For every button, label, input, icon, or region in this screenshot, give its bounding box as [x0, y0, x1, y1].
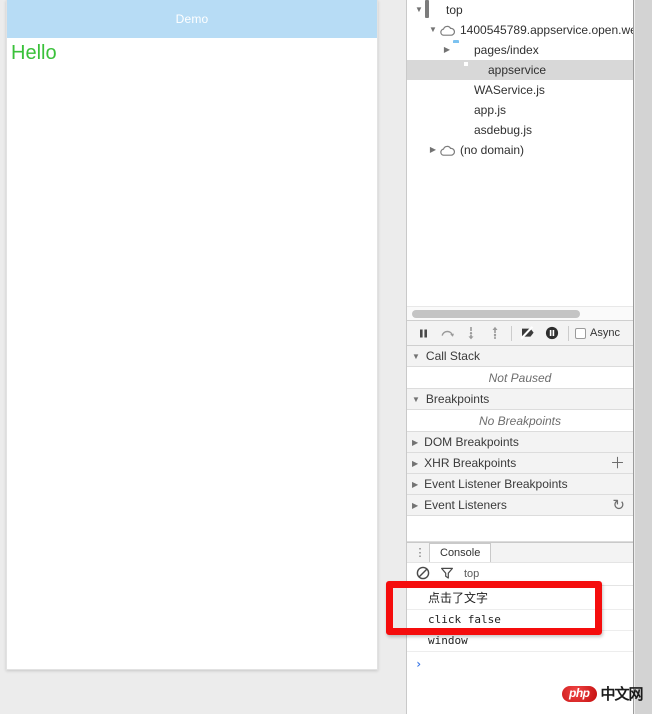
filter-icon[interactable]: [440, 566, 454, 583]
document-js-icon: [450, 122, 469, 138]
demo-page-title: Demo: [175, 12, 209, 26]
debugger-sidebar-sections: ▼ Call Stack Not Paused ▼ Breakpoints No Brea…: [407, 346, 633, 516]
chevron-right-icon[interactable]: ▶: [412, 480, 418, 489]
section-header-call-stack[interactable]: ▼ Call Stack: [407, 346, 633, 367]
tree-row[interactable]: app.js: [407, 100, 633, 120]
tab-console[interactable]: Console: [429, 543, 492, 562]
watermark-text: 中文网: [600, 685, 644, 703]
chevron-down-icon[interactable]: ▼: [412, 352, 420, 361]
section-empty-message: Not Paused: [407, 367, 633, 389]
deactivate-breakpoints-button[interactable]: [516, 322, 540, 344]
section-title: DOM Breakpoints: [424, 435, 519, 449]
demo-hello-text[interactable]: Hello: [11, 40, 57, 66]
toolbar-separator-2: [568, 325, 569, 341]
chevron-right-icon[interactable]: ▶: [412, 501, 418, 510]
step-out-button[interactable]: [483, 322, 507, 344]
clear-console-icon[interactable]: [416, 566, 430, 583]
screenshot-root: Demo Hello ▼ top ▼ 1400545789.appservice.op…: [0, 0, 652, 714]
chevron-right-icon[interactable]: ▶: [412, 459, 418, 468]
console-message-list: 点击了文字 click false window: [407, 586, 633, 652]
async-checkbox[interactable]: Async: [575, 327, 620, 339]
document-js-icon: [450, 82, 469, 98]
tree-row-label: 1400545789.appservice.open.we: [460, 23, 633, 37]
scrollbar-thumb[interactable]: [412, 310, 581, 318]
watermark: php 中文网: [562, 685, 644, 703]
section-header-event-listeners[interactable]: ▶ Event Listeners ↻: [407, 495, 633, 516]
document-gray-icon: [464, 62, 483, 78]
chevron-down-icon[interactable]: ▼: [412, 395, 420, 404]
file-tree: ▼ top ▼ 1400545789.appservice.open.we ▶ pages…: [407, 0, 633, 160]
tree-row[interactable]: WAService.js: [407, 80, 633, 100]
debugger-toolbar: Async: [407, 320, 633, 346]
cloud-icon: [439, 22, 455, 38]
tree-row[interactable]: appservice: [407, 60, 633, 80]
console-context-selector[interactable]: top: [464, 568, 479, 580]
tree-row[interactable]: asdebug.js: [407, 120, 633, 140]
add-button[interactable]: ＋: [610, 456, 633, 471]
console-message: window: [407, 631, 633, 652]
drawer-tabbar: ⋮ Console: [407, 542, 633, 562]
chevron-down-icon[interactable]: ▼: [413, 0, 425, 20]
simulator-demo-panel: Demo Hello: [6, 0, 378, 670]
tree-row[interactable]: ▼ 1400545789.appservice.open.we: [407, 20, 633, 40]
chevron-right-icon[interactable]: ▶: [412, 438, 418, 447]
console-prompt[interactable]: ›: [407, 652, 633, 676]
tree-row[interactable]: ▶ pages/index: [407, 40, 633, 60]
tree-row-label: asdebug.js: [474, 123, 533, 137]
demo-page-header: Demo: [7, 0, 377, 38]
pause-on-exceptions-button[interactable]: [540, 322, 564, 344]
drawer-menu-icon[interactable]: ⋮: [411, 544, 429, 562]
tree-row[interactable]: ▶ (no domain): [407, 140, 633, 160]
tree-row-label: pages/index: [474, 43, 539, 57]
section-title: Breakpoints: [425, 392, 490, 406]
page-right-gutter: [635, 0, 652, 714]
console-message: click false: [407, 610, 633, 631]
section-header-breakpoints[interactable]: ▼ Breakpoints: [407, 389, 633, 410]
chevron-down-icon[interactable]: ▼: [427, 20, 439, 40]
sidebar-empty-area: [407, 516, 633, 542]
chevron-right-icon[interactable]: ▶: [441, 40, 453, 60]
cloud-icon: [439, 142, 455, 158]
folder-icon: [453, 42, 469, 58]
demo-page-body: Hello: [7, 38, 377, 68]
tree-row-label: app.js: [474, 103, 507, 117]
watermark-php-badge: php: [562, 686, 597, 702]
section-title: Event Listener Breakpoints: [424, 477, 568, 491]
async-checkbox-box[interactable]: [575, 327, 586, 339]
section-title: XHR Breakpoints: [424, 456, 517, 470]
tree-row-label: WAService.js: [474, 83, 545, 97]
navigator-horizontal-scrollbar[interactable]: [407, 306, 633, 320]
pause-resume-button[interactable]: [411, 322, 435, 344]
tree-row[interactable]: ▼ top: [407, 0, 633, 20]
tree-row-label: (no domain): [460, 143, 525, 157]
chevron-right-icon[interactable]: ▶: [427, 140, 439, 160]
frame-icon: [425, 0, 441, 18]
section-header-xhr-breakpoints[interactable]: ▶ XHR Breakpoints ＋: [407, 453, 633, 474]
tree-row-label: top: [446, 3, 463, 17]
section-header-event-listener-breakpoints[interactable]: ▶ Event Listener Breakpoints: [407, 474, 633, 495]
refresh-button[interactable]: ↻: [612, 498, 633, 513]
document-js-icon: [450, 102, 469, 118]
console-prompt-caret: ›: [415, 657, 423, 671]
section-title: Call Stack: [425, 349, 480, 363]
console-message: 点击了文字: [407, 586, 633, 610]
section-empty-message: No Breakpoints: [407, 410, 633, 432]
section-title: Event Listeners: [424, 498, 507, 512]
step-over-button[interactable]: [435, 322, 459, 344]
tree-row-label: appservice: [488, 63, 547, 77]
devtools-panel: ▼ top ▼ 1400545789.appservice.open.we ▶ pages…: [406, 0, 634, 714]
section-header-dom-breakpoints[interactable]: ▶ DOM Breakpoints: [407, 432, 633, 453]
sources-navigator: ▼ top ▼ 1400545789.appservice.open.we ▶ pages…: [407, 0, 633, 320]
console-toolbar: top: [407, 562, 633, 586]
toolbar-separator: [511, 325, 512, 341]
async-checkbox-label: Async: [590, 327, 620, 339]
step-into-button[interactable]: [459, 322, 483, 344]
